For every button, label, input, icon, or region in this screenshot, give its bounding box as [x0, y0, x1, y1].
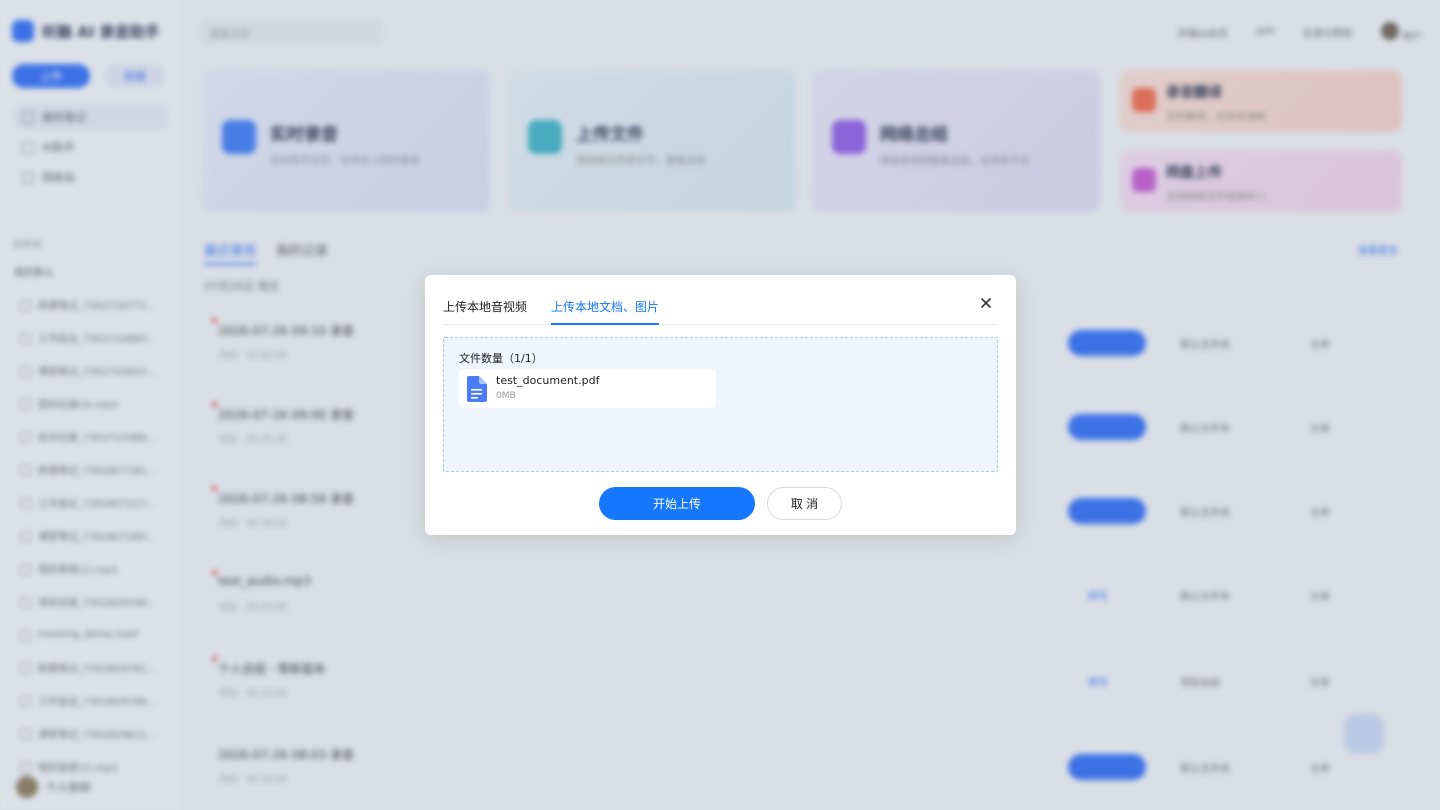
file-dropzone[interactable]: 文件数量（1/1） test_document.pdf 0MB	[443, 337, 998, 472]
upload-tabs: 上传本地音视频 上传本地文档、图片	[443, 295, 998, 325]
file-name: test_document.pdf	[496, 374, 600, 387]
file-item[interactable]: test_document.pdf 0MB	[459, 369, 716, 408]
file-size: 0MB	[496, 391, 516, 401]
upload-dialog: 上传本地音视频 上传本地文档、图片 文件数量（1/1） test_documen…	[425, 275, 1016, 535]
cancel-button[interactable]: 取 消	[767, 487, 842, 520]
tab-upload-audio-video[interactable]: 上传本地音视频	[443, 295, 527, 325]
document-file-icon	[467, 376, 487, 402]
close-icon[interactable]	[978, 295, 994, 311]
file-count-label: 文件数量（1/1）	[459, 352, 543, 365]
tab-upload-docs-images[interactable]: 上传本地文档、图片	[551, 295, 660, 325]
start-upload-button[interactable]: 开始上传	[599, 487, 755, 520]
